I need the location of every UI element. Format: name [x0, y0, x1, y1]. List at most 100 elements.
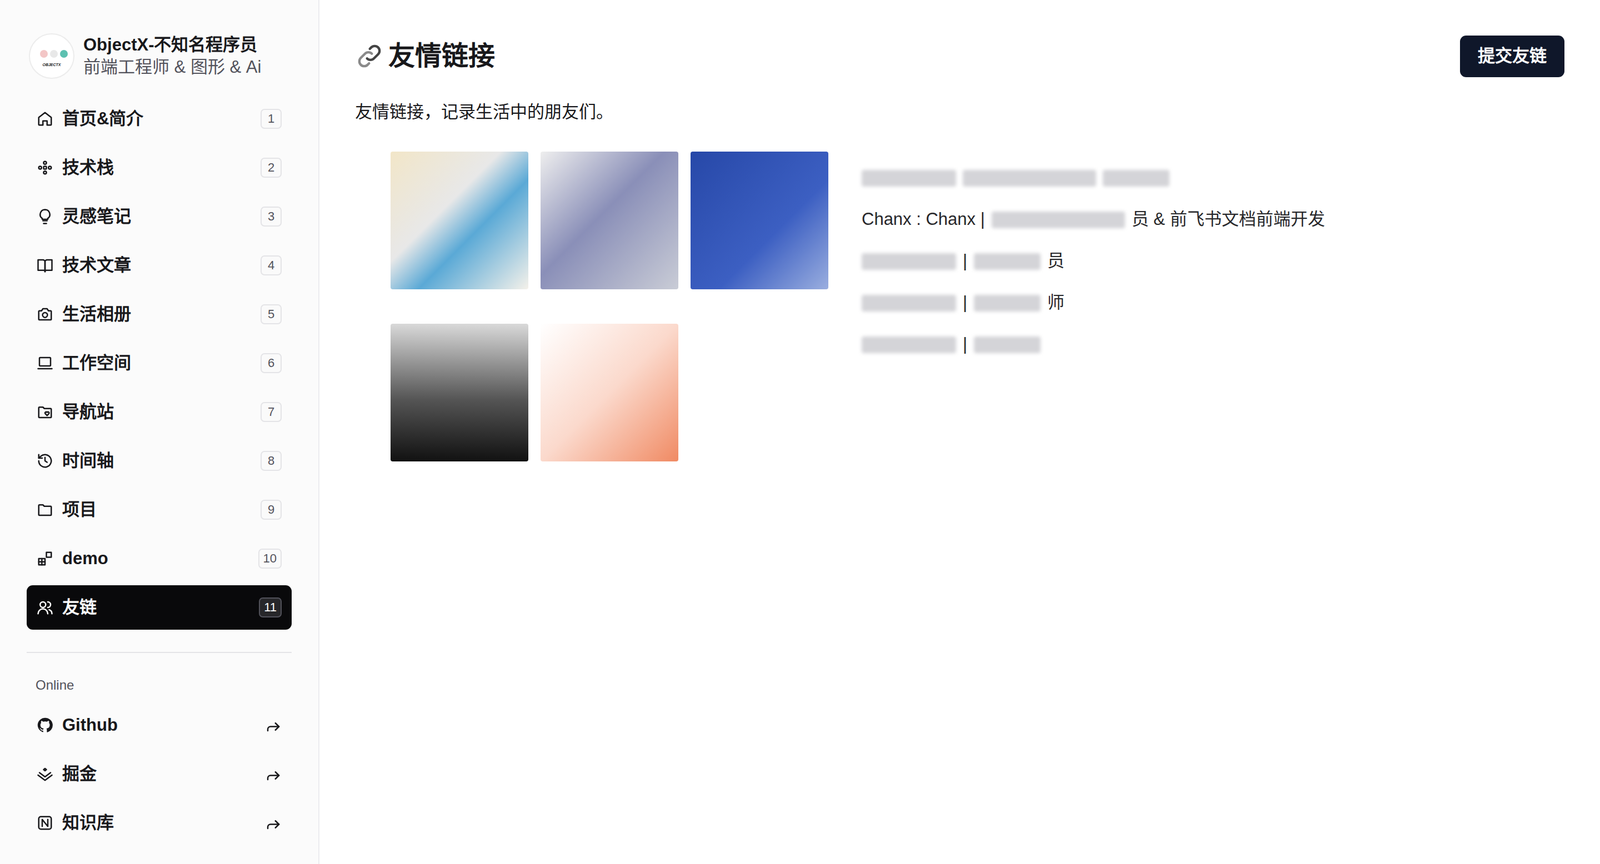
count-badge: 8: [260, 451, 282, 472]
count-badge: 4: [260, 255, 282, 277]
sidebar-item-label: 工作空间: [62, 350, 252, 377]
friend-text: 员 & 前飞书文档前端开发: [1131, 206, 1325, 233]
count-badge: 9: [260, 500, 282, 521]
friend-line[interactable]: [861, 157, 1325, 199]
sidebar-item-label: 生活相册: [62, 301, 252, 328]
redacted-text: [861, 336, 957, 354]
sidebar-item-label: 时间轴: [62, 448, 252, 475]
sidebar-item[interactable]: 工作空间 6: [26, 341, 292, 386]
blocks-icon: [36, 550, 54, 568]
sidebar-item-label: 首页&简介: [62, 106, 252, 133]
main-content: 友情链接 提交友链友情链接，记录生活中的朋友们。 Chanx : Chanx | 员 …: [319, 0, 1600, 864]
redacted-text: [991, 211, 1125, 229]
sidebar: OBJECTX ObjectX-不知名程序员前端工程师 & 图形 & Ai 首页&简…: [0, 0, 320, 864]
github-icon: [36, 717, 54, 734]
avatar-logo: OBJECTX: [28, 33, 75, 79]
online-link-label: Github: [62, 712, 257, 739]
history-icon: [36, 452, 54, 470]
count-badge: 11: [258, 597, 282, 619]
friend-avatar[interactable]: [540, 151, 679, 290]
submit-link-button[interactable]: 提交友链: [1460, 35, 1565, 78]
friend-text: |: [962, 290, 968, 317]
external-arrow-icon: [265, 815, 282, 832]
count-badge: 2: [260, 157, 282, 179]
camera-icon: [36, 306, 54, 323]
redacted-text: [962, 170, 1097, 187]
sidebar-item[interactable]: 友链 11: [26, 585, 292, 630]
online-link[interactable]: 掘金: [26, 752, 292, 797]
redacted-text: [973, 295, 1041, 312]
sidebar-item-label: 灵感笔记: [62, 203, 252, 230]
sidebar-item[interactable]: 技术栈 2: [26, 145, 292, 190]
redacted-text: [861, 253, 957, 270]
redacted-text: [973, 336, 1041, 354]
profile-name: ObjectX-不知名程序员: [83, 33, 262, 57]
online-link-label: 掘金: [62, 761, 257, 788]
book-icon: [36, 257, 54, 274]
external-arrow-icon: [265, 766, 282, 783]
friend-line[interactable]: |员: [861, 240, 1325, 283]
sidebar-nav: 首页&简介 1 技术栈 2 灵感笔记 3 技术文章 4 生活相册 5 工作空间 6 导航站 7 时间轴 8 项目…: [26, 96, 292, 635]
friend-text: 员: [1047, 248, 1065, 275]
juejin-icon: [36, 766, 54, 783]
sidebar-item[interactable]: 项目 9: [26, 487, 292, 533]
bulb-icon: [36, 208, 54, 225]
friend-line[interactable]: Chanx : Chanx | 员 & 前飞书文档前端开发: [861, 198, 1325, 241]
sidebar-item[interactable]: 技术文章 4: [26, 243, 292, 288]
page-description: 友情链接，记录生活中的朋友们。: [355, 99, 1565, 126]
friend-text: |: [962, 331, 968, 358]
page-title: 友情链接: [355, 40, 495, 73]
sidebar-item[interactable]: 生活相册 5: [26, 292, 292, 337]
online-link[interactable]: Github: [26, 703, 292, 748]
logo-dot: [50, 50, 58, 58]
home-icon: [36, 110, 54, 128]
sidebar-item[interactable]: 导航站 7: [26, 390, 292, 435]
friend-avatar[interactable]: [690, 151, 829, 290]
sidebar-item-label: 导航站: [62, 399, 252, 426]
logo-dots: [40, 50, 68, 58]
friend-line[interactable]: |: [861, 323, 1325, 366]
online-heading: Online: [26, 675, 292, 696]
friend-avatar[interactable]: [540, 323, 679, 462]
redacted-text: [973, 253, 1041, 270]
online-link[interactable]: 知识库: [26, 801, 292, 846]
sidebar-item-label: 友链: [62, 595, 250, 622]
profile-subtitle: 前端工程师 & 图形 & Ai: [83, 56, 262, 79]
logo-text: OBJECTX: [30, 62, 74, 69]
friend-text: |: [962, 248, 968, 275]
friend-avatar[interactable]: [390, 323, 529, 462]
count-badge: 10: [258, 548, 282, 570]
folder-heart-icon: [36, 403, 54, 421]
redacted-text: [861, 170, 957, 187]
redacted-text: [1102, 170, 1170, 187]
profile-text: ObjectX-不知名程序员前端工程师 & 图形 & Ai: [83, 33, 262, 79]
page-title-text: 友情链接: [388, 40, 495, 73]
sidebar-item[interactable]: 首页&简介 1: [26, 96, 292, 142]
stack-icon: [36, 159, 54, 177]
sidebar-item-label: demo: [62, 546, 250, 573]
logo-dot: [60, 50, 68, 58]
users-icon: [36, 599, 54, 617]
online-link-label: 知识库: [62, 810, 257, 837]
sidebar-item-label: 技术栈: [62, 155, 252, 182]
count-badge: 7: [260, 402, 282, 423]
sidebar-item[interactable]: 时间轴 8: [26, 438, 292, 484]
page-header: 友情链接 提交友链: [355, 35, 1565, 78]
sidebar-item[interactable]: demo 10: [26, 536, 292, 582]
link-icon: [355, 41, 384, 71]
friend-text: Chanx : Chanx |: [861, 206, 985, 233]
friend-line[interactable]: |师: [861, 282, 1325, 324]
profile: OBJECTX ObjectX-不知名程序员前端工程师 & 图形 & Ai: [26, 33, 292, 84]
sidebar-item[interactable]: 灵感笔记 3: [26, 194, 292, 239]
count-badge: 1: [260, 108, 282, 130]
friends-area: Chanx : Chanx |员 & 前飞书文档前端开发|员|师|: [355, 151, 1565, 462]
sidebar-item-label: 技术文章: [62, 252, 252, 279]
count-badge: 5: [260, 304, 282, 325]
count-badge: 3: [260, 206, 282, 228]
count-badge: 6: [260, 353, 282, 374]
laptop-icon: [36, 355, 54, 372]
folder-icon: [36, 501, 54, 519]
friend-list: Chanx : Chanx |员 & 前飞书文档前端开发|员|师|: [828, 151, 1325, 366]
sidebar-item-label: 项目: [62, 497, 252, 524]
friend-avatar[interactable]: [390, 151, 529, 290]
